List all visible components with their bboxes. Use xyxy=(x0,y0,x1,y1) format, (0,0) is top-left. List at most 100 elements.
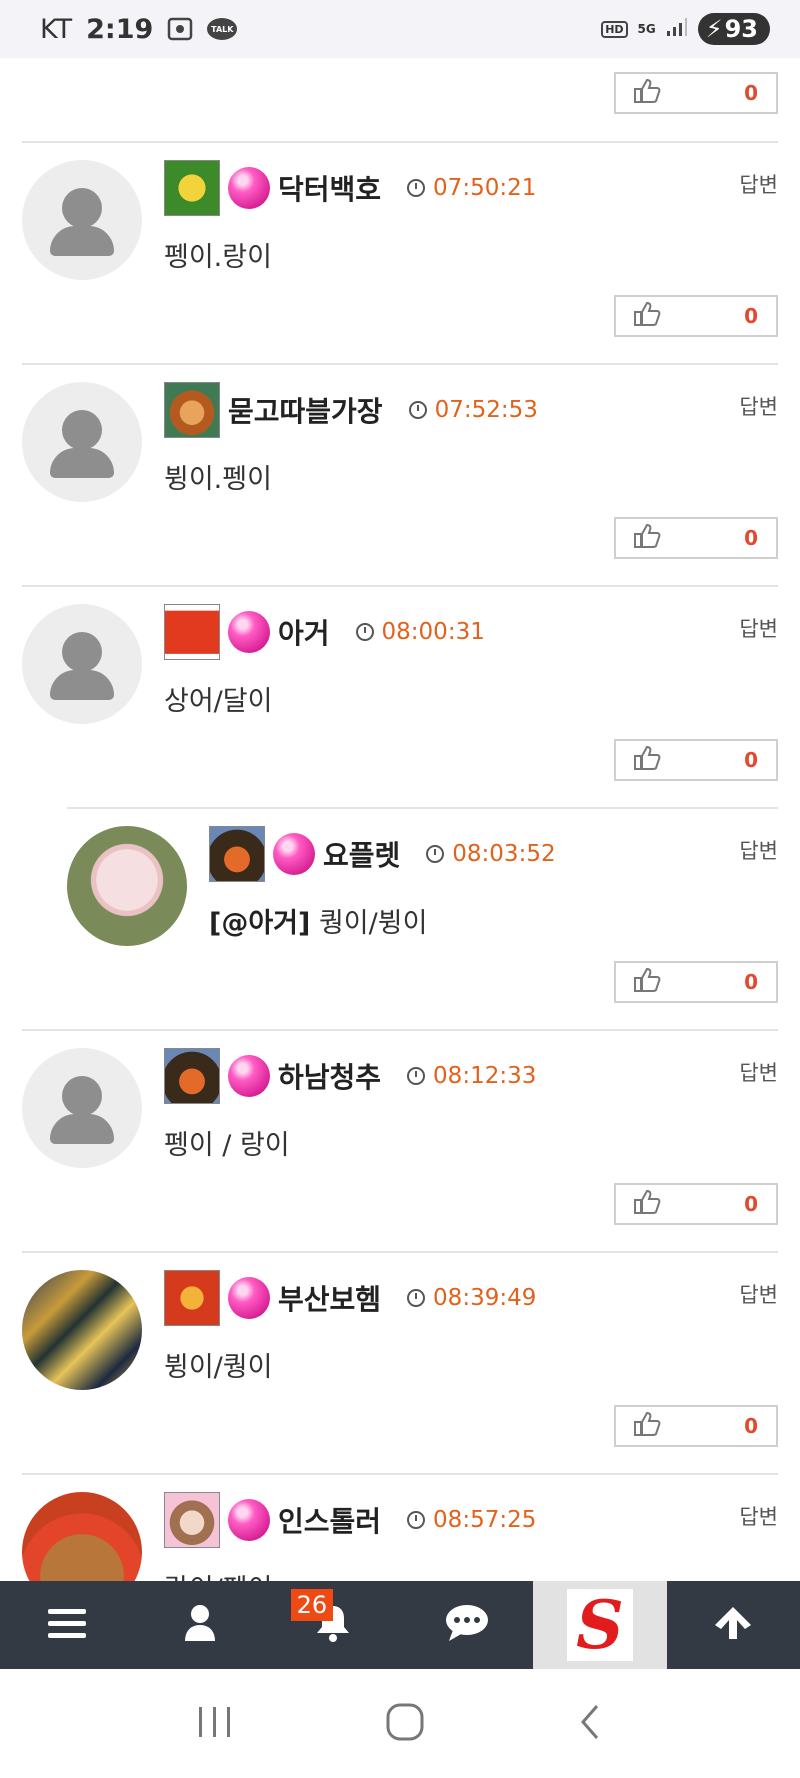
avatar[interactable] xyxy=(22,604,142,724)
clock-icon xyxy=(407,179,426,197)
nickname[interactable]: 아거 xyxy=(278,612,330,652)
thumbs-up-icon xyxy=(632,745,662,775)
like-button[interactable]: 0 xyxy=(614,961,778,1003)
nickname[interactable]: 요플렛 xyxy=(323,834,400,874)
comment-item: 하남청추 08:12:33 답변 펭이 / 랑이 0 xyxy=(0,1031,800,1227)
clock-icon xyxy=(407,1511,426,1529)
level-badge-icon xyxy=(164,604,220,660)
comment-item: 아거 08:00:31 답변 상어/달이 0 xyxy=(0,587,800,783)
thumbs-up-icon xyxy=(632,523,662,553)
back-button[interactable] xyxy=(575,1702,605,1746)
thumbs-up-icon xyxy=(632,301,662,331)
clock-icon xyxy=(355,623,374,641)
like-button[interactable]: 0 xyxy=(614,517,778,559)
grade-ball-icon xyxy=(228,1499,270,1541)
comment-text: 랑이/펭이 xyxy=(164,1567,272,1581)
network-5g-icon: 5G xyxy=(637,22,656,36)
bottom-nav: 26 S xyxy=(0,1581,800,1669)
comment-item: 묻고따블가장 07:52:53 답변 뷩이.펭이 0 xyxy=(0,365,800,561)
comment-text: 펭이 / 랑이 xyxy=(164,1130,290,1161)
nickname[interactable]: 닥터백호 xyxy=(278,168,381,208)
level-badge-icon xyxy=(164,1270,220,1326)
like-count: 0 xyxy=(744,81,758,105)
reply-button[interactable]: 답변 xyxy=(739,391,778,421)
menu-button[interactable] xyxy=(0,1581,133,1669)
reply-button[interactable]: 답변 xyxy=(739,1279,778,1309)
reply-button[interactable]: 답변 xyxy=(739,1057,778,1087)
avatar[interactable] xyxy=(22,1048,142,1168)
screenshot-icon xyxy=(167,17,193,41)
recent-apps-button[interactable] xyxy=(195,1705,235,1743)
comment-time: 08:12:33 xyxy=(433,1063,537,1089)
comment-list[interactable]: 0 닥터백호 07:50:21 답변 펭이.랑이 0 묻고따블가장 07:52:… xyxy=(0,58,800,1581)
comment-time: 08:57:25 xyxy=(433,1507,537,1533)
comment-item: 인스톨러 08:57:25 답변 랑이/펭이 xyxy=(0,1475,800,1581)
thumbs-up-icon xyxy=(632,1189,662,1219)
grade-ball-icon xyxy=(228,1055,270,1097)
like-count: 0 xyxy=(744,1192,758,1216)
clock-icon xyxy=(407,1067,426,1085)
comment-time: 07:50:21 xyxy=(433,175,537,201)
level-badge-icon xyxy=(209,826,265,882)
mention-tag[interactable]: [@아거] xyxy=(209,908,310,939)
grade-ball-icon xyxy=(228,611,270,653)
comment-text: 펭이.랑이 xyxy=(164,242,272,273)
charging-icon: ⚡ xyxy=(705,15,723,43)
grade-ball-icon xyxy=(228,167,270,209)
like-button[interactable]: 0 xyxy=(614,739,778,781)
carrier-label: KT xyxy=(40,13,73,45)
avatar[interactable] xyxy=(67,826,187,946)
nickname[interactable]: 인스톨러 xyxy=(278,1500,381,1540)
avatar[interactable] xyxy=(22,1492,142,1581)
level-badge-icon xyxy=(164,160,220,216)
reply-button[interactable]: 답변 xyxy=(739,613,778,643)
hd-icon: HD xyxy=(601,20,628,38)
profile-button[interactable] xyxy=(133,1581,266,1669)
like-button[interactable]: 0 xyxy=(614,72,778,114)
comment-text: 뷩이.펭이 xyxy=(164,464,272,495)
level-badge-icon xyxy=(164,1048,220,1104)
status-bar: KT 2:19 TALK HD 5G ⚡ 93 xyxy=(0,0,800,58)
grade-ball-icon xyxy=(273,833,315,875)
like-button[interactable]: 0 xyxy=(614,1405,778,1447)
comment-text: 상어/달이 xyxy=(164,686,273,717)
thumbs-up-icon xyxy=(632,78,662,108)
battery-indicator: ⚡ 93 xyxy=(697,13,770,45)
notification-count-badge: 26 xyxy=(290,1589,334,1621)
comment-item: 부산보헴 08:39:49 답변 뷩이/퀑이 0 xyxy=(0,1253,800,1449)
comment-time: 08:39:49 xyxy=(433,1285,537,1311)
comment-item: 닥터백호 07:50:21 답변 펭이.랑이 0 xyxy=(0,143,800,339)
scroll-top-button[interactable] xyxy=(667,1581,800,1669)
notifications-button[interactable]: 26 xyxy=(267,1581,400,1669)
nickname[interactable]: 부산보헴 xyxy=(278,1278,381,1318)
reply-button[interactable]: 답변 xyxy=(739,169,778,199)
nickname[interactable]: 하남청추 xyxy=(278,1056,381,1096)
comment-text: 뷩이/퀑이 xyxy=(164,1352,273,1383)
comment-time: 08:03:52 xyxy=(452,841,556,867)
reply-button[interactable]: 답변 xyxy=(739,835,778,865)
like-button[interactable]: 0 xyxy=(614,295,778,337)
comment-text-body: 퀑이/뷩이 xyxy=(310,908,428,939)
like-count: 0 xyxy=(744,526,758,550)
user-icon xyxy=(183,1604,217,1646)
comment-text: [@아거] 퀑이/뷩이 xyxy=(209,901,427,940)
system-nav-bar xyxy=(0,1669,800,1778)
like-count: 0 xyxy=(744,748,758,772)
like-button[interactable]: 0 xyxy=(614,1183,778,1225)
clock-icon xyxy=(407,1289,426,1307)
level-badge-icon xyxy=(164,1492,220,1548)
nickname[interactable]: 묻고따블가장 xyxy=(228,390,383,430)
home-button[interactable] xyxy=(385,1702,425,1746)
site-logo-button[interactable]: S xyxy=(533,1581,667,1669)
hamburger-icon xyxy=(47,1607,86,1643)
avatar[interactable] xyxy=(22,160,142,280)
like-count: 0 xyxy=(744,970,758,994)
site-logo: S xyxy=(566,1586,633,1664)
level-badge-icon xyxy=(164,382,220,438)
clock-icon xyxy=(408,401,427,419)
avatar[interactable] xyxy=(22,382,142,502)
chat-button[interactable] xyxy=(400,1581,533,1669)
avatar[interactable] xyxy=(22,1270,142,1390)
signal-icon xyxy=(666,17,688,41)
reply-button[interactable]: 답변 xyxy=(739,1501,778,1531)
